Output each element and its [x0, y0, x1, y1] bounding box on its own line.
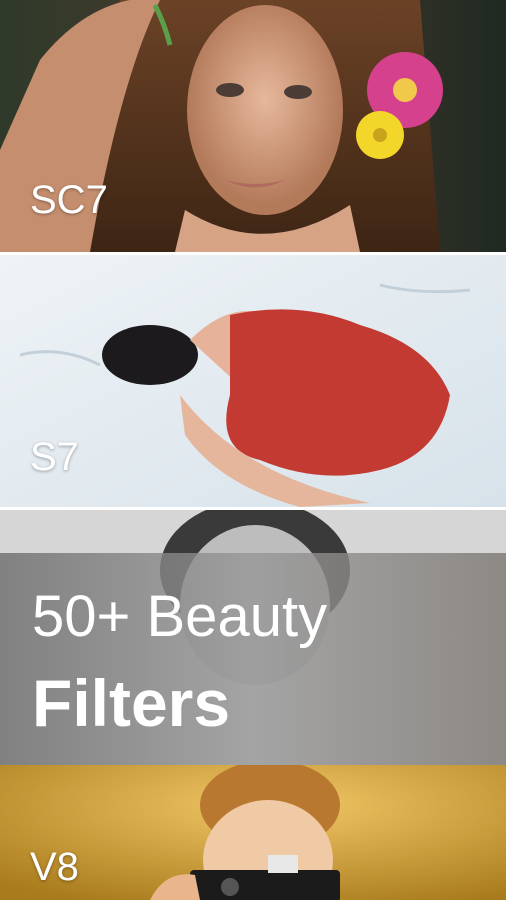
filter-preview-s7[interactable]: S7 [0, 255, 506, 507]
yellow-flower-icon [356, 111, 404, 159]
promo-subtitle: Filters [32, 666, 231, 740]
filter-preview-sc7[interactable]: SC7 [0, 0, 506, 252]
filter-preview-v8[interactable]: V8 [0, 765, 506, 900]
promo-banner: 50+ Beauty Filters [0, 553, 506, 765]
promo-title: 50+ Beauty [32, 584, 328, 649]
filter-label: S7 [30, 435, 79, 479]
filter-label: V8 [30, 845, 79, 889]
filter-label: SC7 [30, 178, 108, 222]
